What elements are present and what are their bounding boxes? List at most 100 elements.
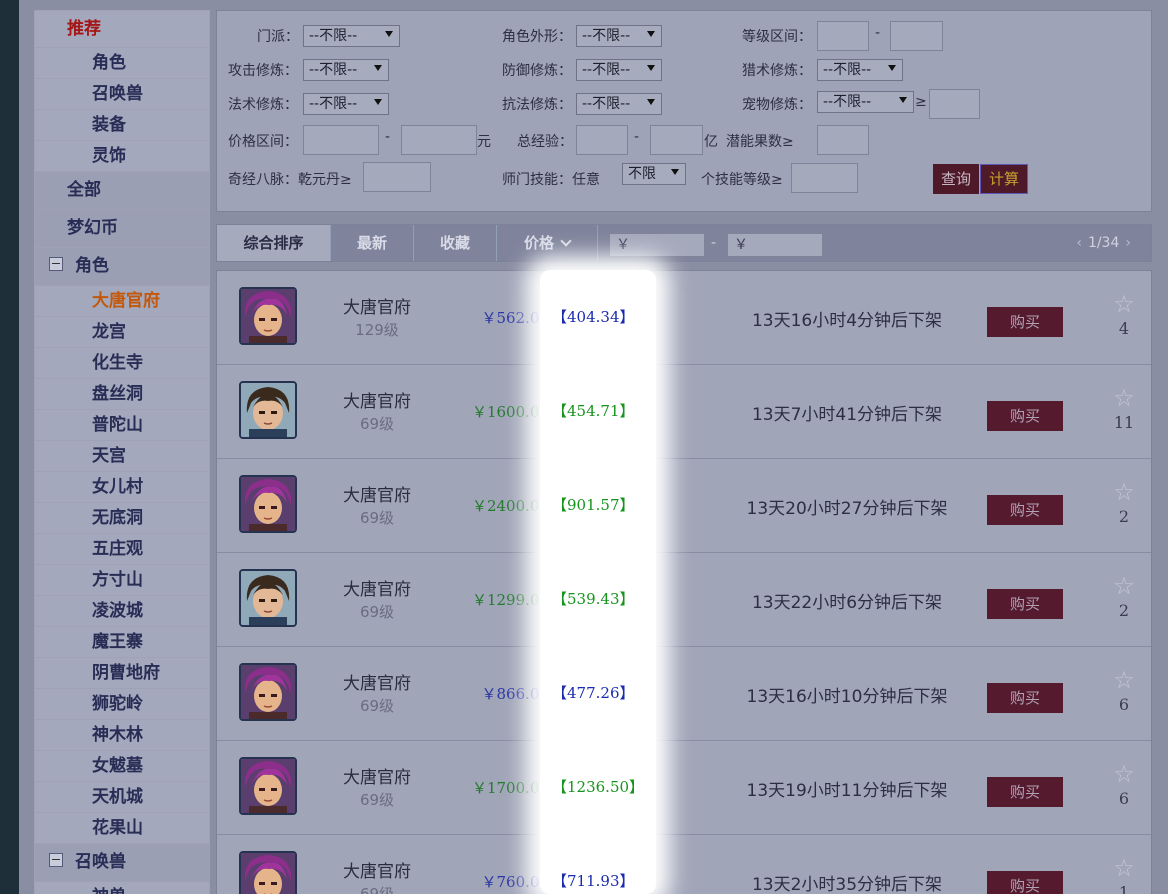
listing-row[interactable]: 大唐官府69级￥866.00【477.26】13天16小时10分钟后下架购买☆6 [217, 647, 1151, 741]
school-skill-select[interactable]: 不限 [622, 163, 686, 185]
sidebar-item-role-6[interactable]: 女儿村 [34, 472, 210, 503]
level-min-input[interactable] [817, 21, 869, 51]
dark-hair-avatar[interactable] [239, 569, 297, 627]
buy-button[interactable]: 购买 [987, 307, 1063, 337]
level-max-input[interactable] [890, 21, 943, 51]
sidebar-item-role-12[interactable]: 阴曹地府 [34, 658, 210, 689]
buy-button[interactable]: 购买 [987, 683, 1063, 713]
query-button[interactable]: 查询 [933, 164, 979, 194]
appearance-select[interactable]: --不限-- [576, 25, 662, 47]
star-icon[interactable]: ☆ [1113, 668, 1135, 692]
sidebar-item-role-9[interactable]: 方寸山 [34, 565, 210, 596]
exp-min-input[interactable] [576, 125, 628, 155]
listing-row[interactable]: 大唐官府69级￥1700.00【1236.50】13天19小时11分钟后下架购买… [217, 741, 1151, 835]
meridian-input[interactable] [363, 162, 431, 192]
menpai-select[interactable]: --不限-- [303, 25, 400, 47]
exp-max-input[interactable] [650, 125, 703, 155]
sidebar-item-role-13[interactable]: 狮驼岭 [34, 689, 210, 720]
buy-button[interactable]: 购买 [987, 495, 1063, 525]
price-to-input[interactable]: ￥ [727, 233, 823, 257]
chevron-down-icon [647, 31, 655, 37]
sidebar-item-role-2[interactable]: 化生寺 [34, 348, 210, 379]
delist-time: 13天16小时10分钟后下架 [746, 687, 948, 707]
sidebar-section-role[interactable]: 角色 [34, 248, 210, 286]
price-from-input[interactable]: ￥ [609, 233, 705, 257]
sidebar-item-currency-label: 梦幻币 [67, 218, 118, 238]
buy-button[interactable]: 购买 [987, 589, 1063, 619]
next-page-icon[interactable]: › [1125, 225, 1131, 261]
price-max-input[interactable] [401, 125, 477, 155]
sidebar-item-role-13-label: 狮驼岭 [92, 694, 143, 714]
price-cell: ￥1600.00【454.71】 [337, 401, 549, 422]
skill-level-input[interactable] [791, 163, 858, 193]
delist-time: 13天22小时6分钟后下架 [751, 593, 943, 613]
hunt-select[interactable]: --不限-- [817, 59, 903, 81]
tab-comprehensive[interactable]: 综合排序 [217, 225, 331, 261]
listing-row[interactable]: 大唐官府129级￥562.00【404.34】13天16小时4分钟后下架购买☆4 [217, 271, 1151, 365]
sidebar-item-role-15[interactable]: 女魃墓 [34, 751, 210, 782]
sidebar-item-role-17[interactable]: 花果山 [34, 813, 210, 844]
listing-row[interactable]: 大唐官府69级￥2400.00【901.57】13天20小时27分钟后下架购买☆… [217, 459, 1151, 553]
potential-input[interactable] [817, 125, 869, 155]
tab-newest[interactable]: 最新 [331, 225, 414, 261]
sidebar-item-role-16[interactable]: 天机城 [34, 782, 210, 813]
purple-hair-avatar[interactable] [239, 663, 297, 721]
buy-button[interactable]: 购买 [987, 777, 1063, 807]
magic-select[interactable]: --不限-- [303, 93, 389, 115]
sidebar-item-rec-3[interactable]: 灵饰 [34, 141, 210, 172]
defense-select[interactable]: --不限-- [576, 59, 662, 81]
sidebar-item-rec-2[interactable]: 装备 [34, 110, 210, 141]
buy-button[interactable]: 购买 [987, 401, 1063, 431]
resist-select[interactable]: --不限-- [576, 93, 662, 115]
sidebar-item-recommend-label: 推荐 [67, 19, 101, 39]
purple-hair-avatar[interactable] [239, 757, 297, 815]
star-icon[interactable]: ☆ [1113, 856, 1135, 880]
tab-price[interactable]: 价格 [497, 225, 598, 261]
purple-hair-avatar[interactable] [239, 475, 297, 533]
sidebar-item-role-4[interactable]: 普陀山 [34, 410, 210, 441]
sidebar-item-role-1[interactable]: 龙宫 [34, 317, 210, 348]
listing-row[interactable]: 大唐官府69级￥760.00【711.93】13天2小时35分钟后下架购买☆1 [217, 835, 1151, 894]
listing-row[interactable]: 大唐官府69级￥1600.00【454.71】13天7小时41分钟后下架购买☆1… [217, 365, 1151, 459]
sidebar-item-role-8[interactable]: 五庄观 [34, 534, 210, 565]
sidebar-item-pet-0[interactable]: 神兽 [34, 882, 210, 894]
attack-select[interactable]: --不限-- [303, 59, 389, 81]
dark-hair-avatar[interactable] [239, 381, 297, 439]
purple-hair-avatar[interactable] [239, 287, 297, 345]
sidebar-item-role-3[interactable]: 盘丝洞 [34, 379, 210, 410]
delist-time: 13天7小时41分钟后下架 [751, 405, 943, 425]
star-icon[interactable]: ☆ [1113, 480, 1135, 504]
sidebar-section-pet-label: 召唤兽 [75, 852, 126, 872]
sidebar-item-currency[interactable]: 梦幻币 [34, 210, 210, 248]
sidebar-section-pet[interactable]: 召唤兽 [34, 844, 210, 882]
sidebar-item-role-11[interactable]: 魔王寨 [34, 627, 210, 658]
star-icon[interactable]: ☆ [1113, 574, 1135, 598]
sidebar-item-role-7[interactable]: 无底洞 [34, 503, 210, 534]
sidebar-item-rec-0[interactable]: 角色 [34, 48, 210, 79]
tab-favorites[interactable]: 收藏 [414, 225, 497, 261]
sidebar-item-role-0[interactable]: 大唐官府 [34, 286, 210, 317]
price-min-input[interactable] [303, 125, 379, 155]
sidebar-item-rec-1[interactable]: 召唤兽 [34, 79, 210, 110]
pet-cult-min-input[interactable] [929, 89, 980, 119]
sidebar-item-role-10[interactable]: 凌波城 [34, 596, 210, 627]
listing-table: 大唐官府129级￥562.00【404.34】13天16小时4分钟后下架购买☆4… [216, 270, 1152, 894]
pet-cult-select[interactable]: --不限-- [817, 91, 914, 113]
listing-row[interactable]: 大唐官府69级￥1299.00【539.43】13天22小时6分钟后下架购买☆2 [217, 553, 1151, 647]
sidebar-item-role-5[interactable]: 天宫 [34, 441, 210, 472]
calculate-button[interactable]: 计算 [980, 164, 1028, 194]
buy-button[interactable]: 购买 [987, 871, 1063, 894]
collapse-icon[interactable] [49, 853, 63, 867]
sidebar-item-recommend[interactable]: 推荐 [34, 10, 210, 48]
sidebar-item-all[interactable]: 全部 [34, 172, 210, 210]
star-icon[interactable]: ☆ [1113, 386, 1135, 410]
prev-page-icon[interactable]: ‹ [1076, 225, 1082, 261]
sidebar-item-role-14-label: 神木林 [92, 725, 143, 745]
sidebar-item-role-16-label: 天机城 [92, 787, 143, 807]
purple-hair-avatar[interactable] [239, 851, 297, 894]
sale-price: ￥562.00 [481, 309, 550, 327]
sidebar-item-role-14[interactable]: 神木林 [34, 720, 210, 751]
collapse-icon[interactable] [49, 257, 63, 271]
star-icon[interactable]: ☆ [1113, 292, 1135, 316]
star-icon[interactable]: ☆ [1113, 762, 1135, 786]
